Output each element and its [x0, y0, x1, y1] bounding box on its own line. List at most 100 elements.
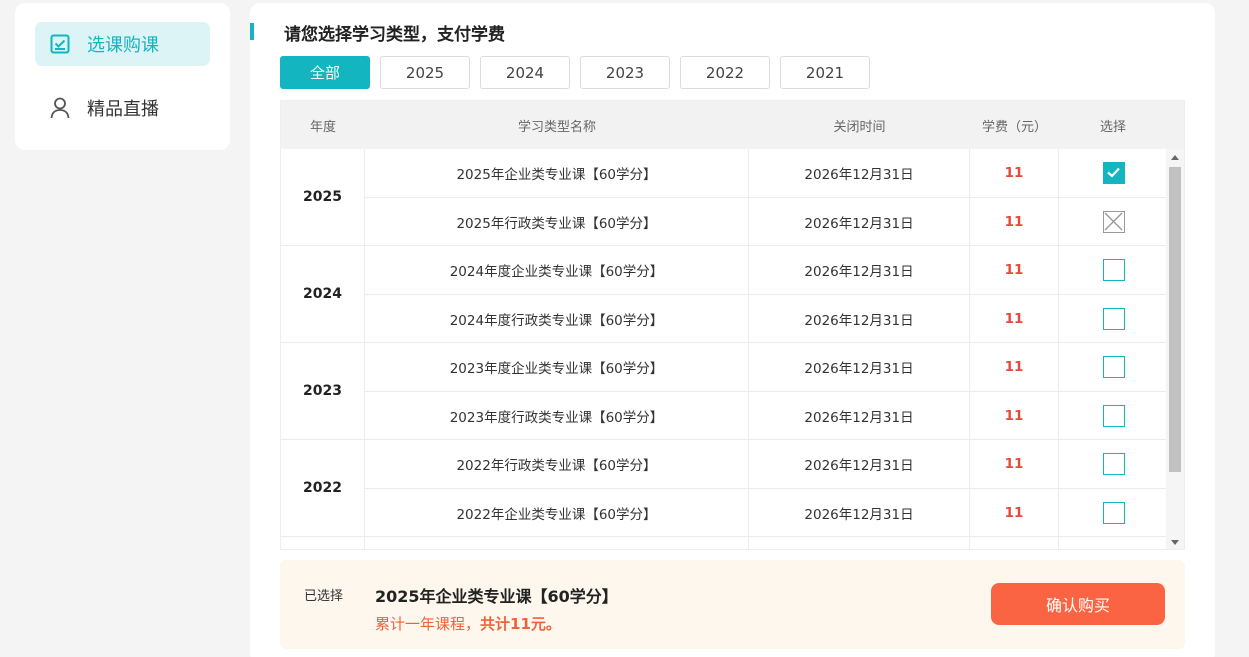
table-row[interactable]: 2023年度企业类专业课【60学分】 2026年12月31日 11: [365, 343, 1168, 391]
table-row[interactable]: 2022年企业类专业课【60学分】 2026年12月31日 11: [365, 488, 1168, 536]
group-rows: 2023年度企业类专业课【60学分】 2026年12月31日 11 2023年度行政类…: [365, 343, 1168, 439]
year-cell: 2025: [281, 149, 365, 245]
table-row[interactable]: 2022年行政类专业课【60学分】 2026年12月31日 11: [365, 440, 1168, 488]
fee-cell: 11: [970, 198, 1059, 245]
confirm-purchase-button[interactable]: 确认购买: [991, 583, 1165, 625]
year-filter-tabs: 全部 2025 2024 2023 2022 2021: [280, 56, 880, 89]
fee-cell: [970, 537, 1059, 549]
tab-2024[interactable]: 2024: [480, 56, 570, 89]
fee-cell: 11: [970, 489, 1059, 536]
selected-label: 已选择: [304, 589, 344, 604]
select-cell: [1059, 489, 1168, 536]
fee-cell: 11: [970, 149, 1059, 197]
select-cell: [1059, 149, 1168, 197]
table-scrollbar[interactable]: [1166, 149, 1184, 549]
close-time-cell: 2026年12月31日: [749, 295, 970, 342]
close-time-cell: 2026年12月31日: [749, 440, 970, 488]
close-time-cell: 2026年12月31日: [749, 392, 970, 439]
table-row[interactable]: 2024年度企业类专业课【60学分】 2026年12月31日 11: [365, 246, 1168, 294]
header-year: 年度: [309, 119, 336, 135]
course-checkbox[interactable]: [1102, 307, 1125, 330]
select-cell: [1059, 295, 1168, 342]
fee-cell: 11: [970, 392, 1059, 439]
scroll-thumb[interactable]: [1169, 167, 1181, 472]
header-close-time: 关闭时间: [833, 119, 886, 135]
table-row[interactable]: 2023年度行政类专业课【60学分】 2026年12月31日 11: [365, 391, 1168, 439]
scroll-up-arrow[interactable]: [1171, 155, 1179, 160]
tab-2023[interactable]: 2023: [580, 56, 670, 89]
header-select: 选择: [1099, 119, 1126, 135]
group-rows: [365, 537, 1168, 549]
course-name-cell: 2022年企业类专业课【60学分】: [365, 489, 749, 536]
fee-cell: 11: [970, 440, 1059, 488]
user-icon: [49, 97, 71, 119]
table-row[interactable]: 2025年企业类专业课【60学分】 2026年12月31日 11: [365, 149, 1168, 197]
title-accent-bar: [250, 23, 254, 40]
course-name-cell: 2025年行政类专业课【60学分】: [365, 198, 749, 245]
group-rows: 2022年行政类专业课【60学分】 2026年12月31日 11 2022年企业类专业…: [365, 440, 1168, 536]
course-checkbox[interactable]: [1102, 356, 1125, 378]
select-cell: [1059, 440, 1168, 488]
total-amount: 共计11元。: [480, 615, 561, 633]
table-row[interactable]: 2024年度行政类专业课【60学分】 2026年12月31日 11: [365, 294, 1168, 342]
course-checkbox[interactable]: [1102, 404, 1125, 427]
table-row[interactable]: [365, 537, 1168, 549]
table-header: 年度 学习类型名称 关闭时间 学费（元） 选择: [281, 101, 1184, 149]
select-cell: [1059, 198, 1168, 245]
select-cell: [1059, 537, 1168, 549]
close-time-cell: 2026年12月31日: [749, 343, 970, 391]
sidebar-item-course-selection[interactable]: 选课购课: [35, 22, 210, 66]
tab-all[interactable]: 全部: [280, 56, 370, 89]
tab-2025[interactable]: 2025: [380, 56, 470, 89]
tab-2022[interactable]: 2022: [680, 56, 770, 89]
course-checkbox[interactable]: [1102, 501, 1125, 524]
year-cell: [281, 537, 365, 549]
select-cell: [1059, 392, 1168, 439]
page-title: 请您选择学习类型，支付学费: [284, 25, 505, 45]
group-rows: 2024年度企业类专业课【60学分】 2026年12月31日 11 2024年度行政类…: [365, 246, 1168, 342]
check-icon: [1106, 167, 1120, 178]
disabled-checkbox: [1102, 210, 1125, 233]
sidebar: 选课购课 精品直播: [15, 3, 230, 150]
course-name-cell: [365, 537, 749, 549]
table-row[interactable]: 2025年行政类专业课【60学分】 2026年12月31日 11: [365, 197, 1168, 245]
course-table: 年度 学习类型名称 关闭时间 学费（元） 选择 2025 2025年企业类专业课【…: [280, 100, 1185, 550]
select-cell: [1059, 343, 1168, 391]
year-group: [281, 537, 1168, 549]
course-name-cell: 2024年度行政类专业课【60学分】: [365, 295, 749, 342]
course-name-cell: 2023年度企业类专业课【60学分】: [365, 343, 749, 391]
checklist-icon: [49, 33, 71, 55]
fee-cell: 11: [970, 295, 1059, 342]
course-checkbox[interactable]: [1102, 162, 1125, 184]
sidebar-item-label: 精品直播: [87, 99, 159, 120]
group-rows: 2025年企业类专业课【60学分】 2026年12月31日 11 2025年行政类专业…: [365, 149, 1168, 245]
course-checkbox[interactable]: [1102, 259, 1125, 281]
close-time-cell: 2026年12月31日: [749, 149, 970, 197]
header-name: 学习类型名称: [517, 119, 596, 135]
header-fee: 学费（元）: [981, 119, 1047, 135]
course-name-cell: 2022年行政类专业课【60学分】: [365, 440, 749, 488]
year-group: 2024 2024年度企业类专业课【60学分】 2026年12月31日 11 2024年…: [281, 246, 1168, 343]
course-name-cell: 2024年度企业类专业课【60学分】: [365, 246, 749, 294]
course-checkbox[interactable]: [1102, 453, 1125, 475]
fee-cell: 11: [970, 246, 1059, 294]
year-cell: 2022: [281, 440, 365, 536]
sidebar-item-live[interactable]: 精品直播: [35, 86, 210, 130]
course-name-cell: 2023年度行政类专业课【60学分】: [365, 392, 749, 439]
scroll-down-arrow[interactable]: [1171, 540, 1179, 545]
selected-course: 2025年企业类专业课【60学分】: [375, 587, 618, 606]
fee-cell: 11: [970, 343, 1059, 391]
close-time-cell: 2026年12月31日: [749, 246, 970, 294]
tab-2021[interactable]: 2021: [780, 56, 870, 89]
selection-summary: 已选择 2025年企业类专业课【60学分】 累计一年课程，共计11元。 确认购买: [280, 560, 1185, 649]
year-group: 2025 2025年企业类专业课【60学分】 2026年12月31日 11 2025年行…: [281, 149, 1168, 246]
total-note-prefix: 累计一年课程，: [375, 615, 481, 633]
close-time-cell: [749, 537, 970, 549]
year-group: 2022 2022年行政类专业课【60学分】 2026年12月31日 11 2022年企…: [281, 440, 1168, 537]
table-body[interactable]: 2025 2025年企业类专业课【60学分】 2026年12月31日 11 2025年行…: [281, 149, 1168, 549]
total-note: 累计一年课程，共计11元。: [375, 613, 561, 634]
year-cell: 2023: [281, 343, 365, 439]
cross-icon: [1104, 212, 1122, 230]
select-cell: [1059, 246, 1168, 294]
year-cell: 2024: [281, 246, 365, 342]
